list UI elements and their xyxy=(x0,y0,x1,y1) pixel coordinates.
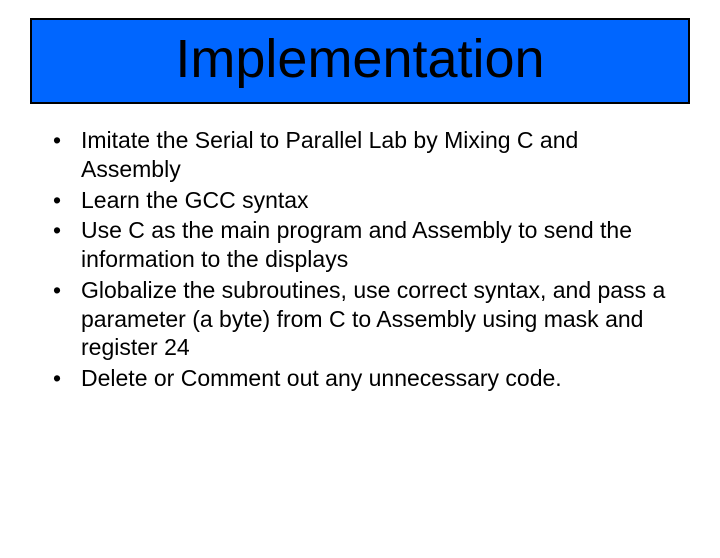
list-item: Delete or Comment out any unnecessary co… xyxy=(45,364,675,393)
list-item: Learn the GCC syntax xyxy=(45,186,675,215)
bullet-list: Imitate the Serial to Parallel Lab by Mi… xyxy=(45,126,675,393)
list-item: Imitate the Serial to Parallel Lab by Mi… xyxy=(45,126,675,184)
title-container: Implementation xyxy=(30,18,690,104)
list-item: Globalize the subroutines, use correct s… xyxy=(45,276,675,362)
slide-title: Implementation xyxy=(32,28,688,90)
list-item: Use C as the main program and Assembly t… xyxy=(45,216,675,274)
content-area: Imitate the Serial to Parallel Lab by Mi… xyxy=(0,104,720,393)
